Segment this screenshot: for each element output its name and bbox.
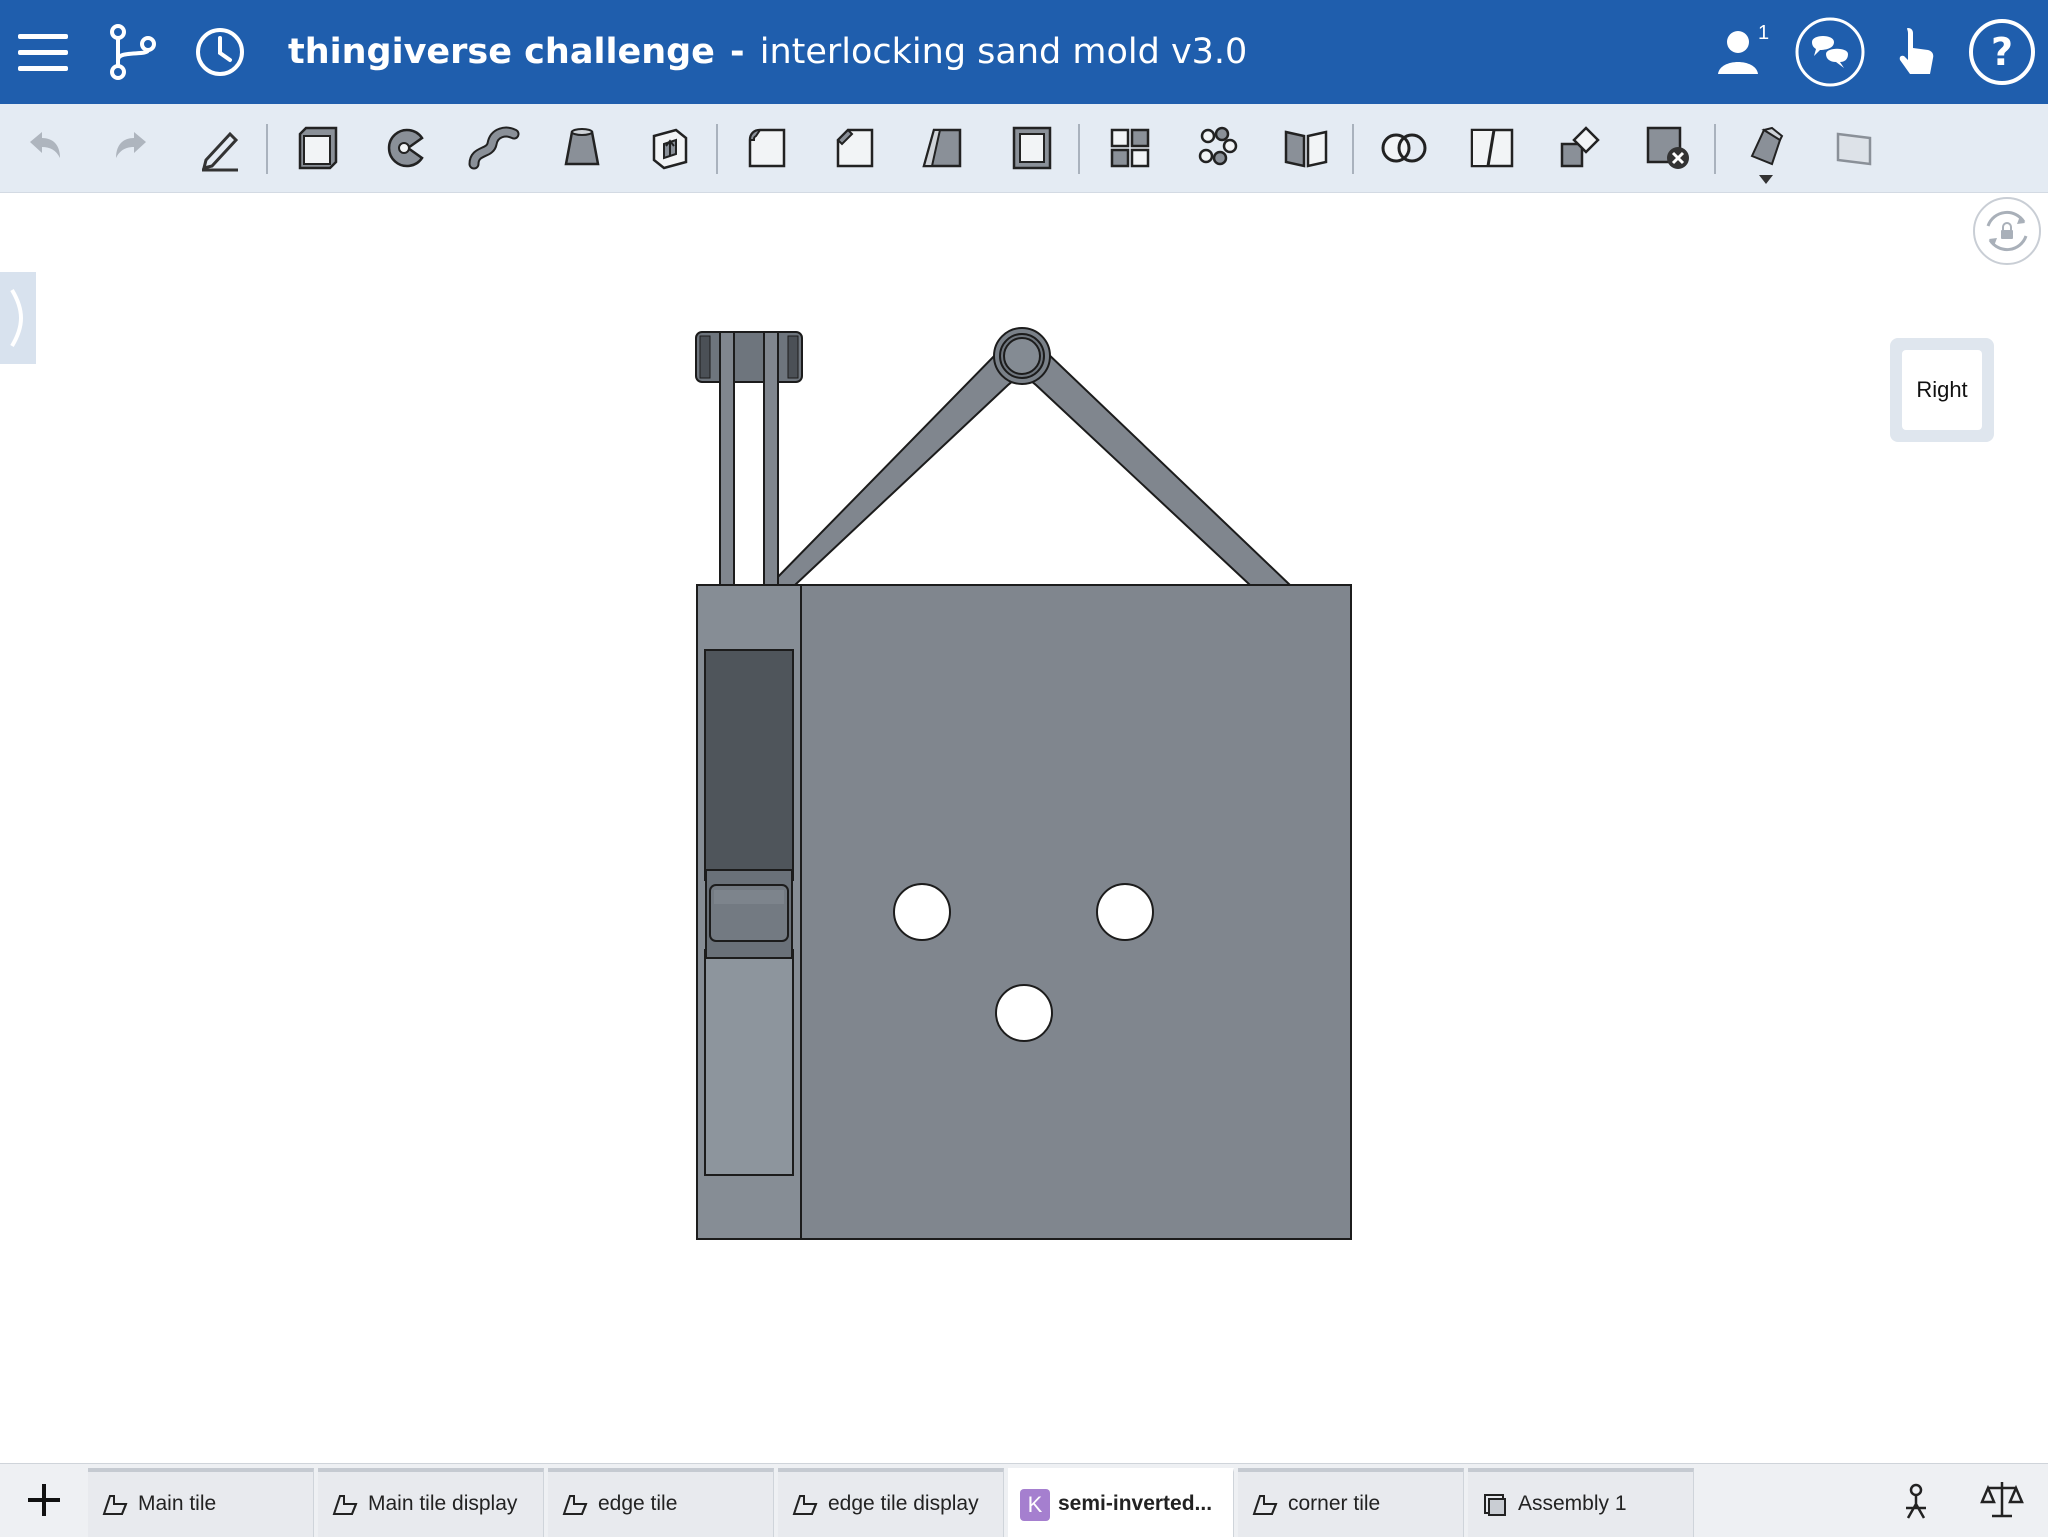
tab-corner-tile[interactable]: corner tile [1238,1468,1464,1537]
tab-label: corner tile [1288,1492,1381,1515]
pivot-pin [993,327,1051,385]
chamfer-icon[interactable] [828,120,884,176]
sketch-pencil-icon[interactable] [192,120,248,176]
hole-left [893,883,951,941]
top-bar: thingiverse challenge - interlocking san… [0,0,2048,104]
mass-properties-icon[interactable] [1894,1478,1938,1522]
toolbar-divider [716,124,718,174]
measure-balance-icon[interactable] [1980,1478,2024,1522]
toolbar-divider [1078,124,1080,174]
transform-icon[interactable] [1552,120,1608,176]
revolve-icon[interactable] [378,120,434,176]
hinge-slot-light [704,949,794,1176]
comments-icon[interactable] [1794,16,1866,88]
part-studio-icon [562,1495,588,1515]
history-clock-icon[interactable] [188,20,252,84]
feature-toolbar [0,104,2048,193]
hole-right [1096,883,1154,941]
part-studio-icon [102,1495,128,1515]
custom-features-icon[interactable] [1738,120,1794,176]
thicken-icon[interactable] [642,120,698,176]
add-tab-plus-icon[interactable] [22,1478,66,1522]
tab-label: Main tile display [368,1492,518,1515]
delete-part-icon[interactable] [1640,120,1696,176]
featurescript-icon: K [1020,1489,1050,1521]
draft-icon[interactable] [916,120,972,176]
vertical-posts [695,331,803,587]
tab-label: semi-inverted... [1058,1492,1213,1515]
svg-text:?: ? [1991,30,2013,74]
hole-bottom [995,984,1053,1042]
branch-versions-icon[interactable] [102,20,166,84]
loft-icon[interactable] [554,120,610,176]
split-icon[interactable] [1464,120,1520,176]
tab-assembly-1[interactable]: Assembly 1 [1468,1468,1694,1537]
plane-icon[interactable] [1826,120,1882,176]
hamburger-menu-icon[interactable] [12,20,76,84]
hinge-slot-dark [704,649,794,881]
circular-pattern-icon[interactable] [1190,120,1246,176]
document-title[interactable]: thingiverse challenge - interlocking san… [288,28,1247,76]
title-separator: - [730,32,745,72]
tab-label: Main tile [138,1492,217,1515]
assembly-icon [1484,1494,1506,1516]
model-render[interactable] [0,193,2048,1463]
fillet-icon[interactable] [740,120,796,176]
redo-icon[interactable] [104,120,160,176]
part-studio-icon [1252,1495,1278,1515]
extrude-icon[interactable] [290,120,346,176]
toolbar-divider [266,124,268,174]
tab-main-tile-display[interactable]: Main tile display [318,1468,544,1537]
part-studio-icon [332,1495,358,1515]
tab-label: edge tile display [828,1492,979,1515]
boolean-icon[interactable] [1376,120,1432,176]
tab-edge-tile[interactable]: edge tile [548,1468,774,1537]
tab-edge-tile-display[interactable]: edge tile display [778,1468,1004,1537]
tab-label: edge tile [598,1492,678,1515]
sweep-icon[interactable] [466,120,522,176]
part-studio-icon [792,1495,818,1515]
touch-mode-hand-icon[interactable] [1884,20,1948,84]
document-name: thingiverse challenge [288,32,715,72]
tab-bar: Main tile Main tile display edge tile ed… [0,1463,2048,1537]
dropdown-caret-icon[interactable] [1756,172,1776,186]
undo-icon[interactable] [16,120,72,176]
mirror-icon[interactable] [1278,120,1334,176]
tab-semi-inverted[interactable]: K semi-inverted... [1008,1468,1234,1537]
collaborator-count: 1 [1758,22,1770,44]
shell-icon[interactable] [1004,120,1060,176]
tab-label: Assembly 1 [1518,1492,1627,1515]
tab-main-tile[interactable]: Main tile [88,1468,314,1537]
toolbar-divider [1714,124,1716,174]
workspace-name: interlocking sand mold v3.0 [759,32,1248,72]
linear-pattern-icon[interactable] [1102,120,1158,176]
help-icon[interactable]: ? [1966,16,2038,88]
toolbar-divider [1352,124,1354,174]
